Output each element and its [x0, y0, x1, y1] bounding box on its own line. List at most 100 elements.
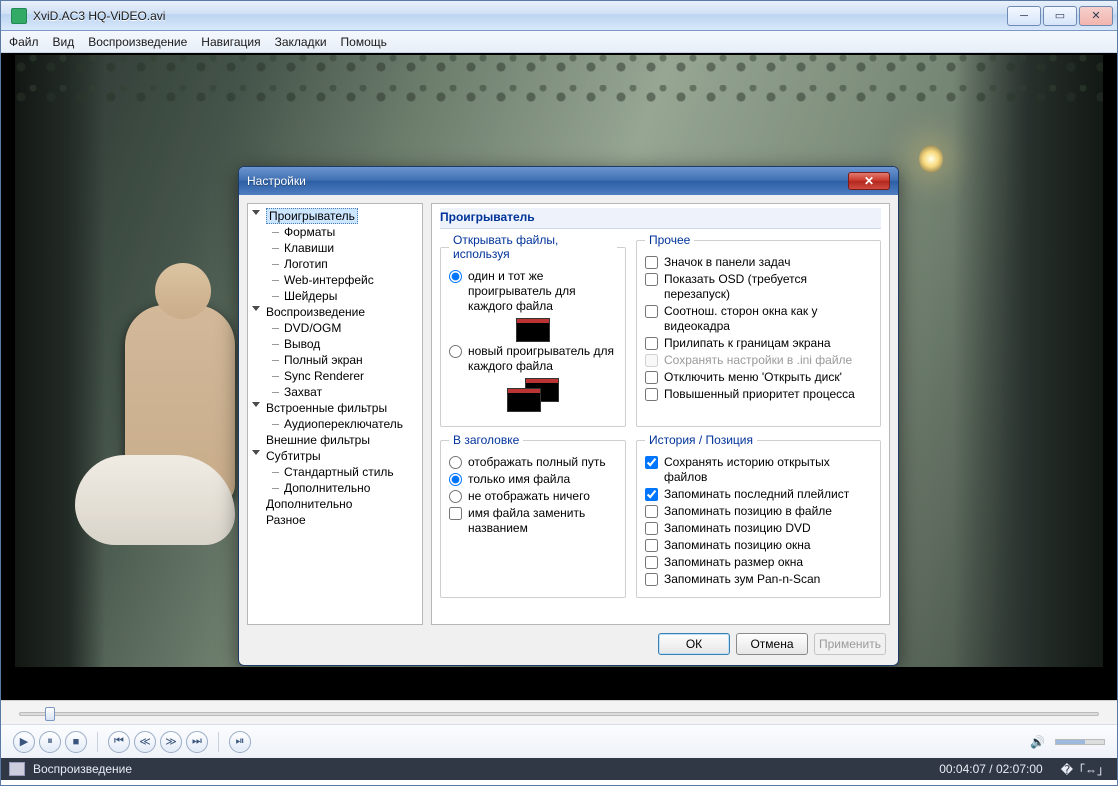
- check-history[interactable]: Запоминать позицию DVD: [645, 521, 872, 536]
- check-other[interactable]: Повышенный приоритет процесса: [645, 387, 872, 402]
- stop-button[interactable]: ■: [65, 731, 87, 753]
- separator: [218, 732, 219, 752]
- check-other[interactable]: Соотнош. сторон окна как у видеокадра: [645, 304, 872, 334]
- tree-item[interactable]: Web-интерфейс: [250, 272, 420, 288]
- group-title: В заголовке отображать полный путь только…: [440, 433, 626, 598]
- dialog-buttons: ОК Отмена Применить: [239, 629, 898, 659]
- scene-tree-left: [15, 55, 105, 667]
- volume-icon[interactable]: 🔊: [1030, 735, 1045, 749]
- tree-item[interactable]: Аудиопереключатель: [250, 416, 420, 432]
- play-button[interactable]: ▶: [13, 731, 35, 753]
- check-history[interactable]: Запоминать позицию в файле: [645, 504, 872, 519]
- tree-item[interactable]: Воспроизведение: [250, 304, 420, 320]
- tree-item[interactable]: Sync Renderer: [250, 368, 420, 384]
- tree-item[interactable]: Клавиши: [250, 240, 420, 256]
- group-other: Прочее Значок в панели задачПоказать OSD…: [636, 233, 881, 427]
- seek-track[interactable]: [19, 712, 1099, 716]
- scene-leaves: [15, 55, 1103, 115]
- tree-item[interactable]: Субтитры: [250, 448, 420, 464]
- tree-item[interactable]: Стандартный стиль: [250, 464, 420, 480]
- dialog-titlebar[interactable]: Настройки ✕: [239, 167, 898, 195]
- menu-playback[interactable]: Воспроизведение: [88, 35, 187, 49]
- settings-tree[interactable]: ПроигрывательФорматыКлавишиЛоготипWeb-ин…: [247, 203, 423, 625]
- tree-item[interactable]: Внешние фильтры: [250, 432, 420, 448]
- cancel-button[interactable]: Отмена: [736, 633, 808, 655]
- check-history[interactable]: Запоминать зум Pan-n-Scan: [645, 572, 872, 587]
- tree-item[interactable]: Разное: [250, 512, 420, 528]
- group-history-legend: История / Позиция: [645, 433, 757, 447]
- check-replace-filename[interactable]: имя файла заменить названием: [449, 506, 617, 536]
- maximize-button[interactable]: ▭: [1043, 6, 1077, 26]
- app-icon: [11, 8, 27, 24]
- group-title-legend: В заголовке: [449, 433, 523, 447]
- radio-title-mode[interactable]: отображать полный путь: [449, 455, 617, 470]
- menu-view[interactable]: Вид: [53, 35, 75, 49]
- playback-controls: ▶ ⏸ ■ ⏮ ≪ ≫ ⏭ ⏯ 🔊: [1, 724, 1117, 758]
- tree-item[interactable]: DVD/OGM: [250, 320, 420, 336]
- tree-item[interactable]: Форматы: [250, 224, 420, 240]
- scene-torch: [919, 145, 943, 173]
- menu-file[interactable]: Файл: [9, 35, 39, 49]
- radio-same-player[interactable]: один и тот же проигрыватель для каждого …: [449, 269, 617, 314]
- group-open-legend: Открывать файлы, используя: [449, 233, 617, 261]
- tree-item[interactable]: Захват: [250, 384, 420, 400]
- tree-item[interactable]: Проигрыватель: [250, 208, 420, 224]
- close-button[interactable]: ✕: [1079, 6, 1113, 26]
- menu-help[interactable]: Помощь: [341, 35, 387, 49]
- dialog-body: ПроигрывательФорматыКлавишиЛоготипWeb-ин…: [247, 203, 890, 625]
- video-area[interactable]: Настройки ✕ ПроигрывательФорматыКлавишиЛ…: [1, 53, 1117, 700]
- check-history[interactable]: Сохранять историю открытых файлов: [645, 455, 872, 485]
- radio-same-player-input[interactable]: [449, 270, 462, 283]
- menubar: Файл Вид Воспроизведение Навигация Закла…: [1, 31, 1117, 53]
- scene-cow: [75, 455, 235, 545]
- tree-item[interactable]: Встроенные фильтры: [250, 400, 420, 416]
- prev-track-button[interactable]: ⏮: [108, 731, 130, 753]
- check-other[interactable]: Значок в панели задач: [645, 255, 872, 270]
- check-replace-filename-input[interactable]: [449, 507, 462, 520]
- radio-new-player[interactable]: новый проигрыватель для каждого файла: [449, 344, 617, 374]
- tree-item[interactable]: Логотип: [250, 256, 420, 272]
- tree-item[interactable]: Полный экран: [250, 352, 420, 368]
- tree-item[interactable]: Дополнительно: [250, 480, 420, 496]
- tree-item[interactable]: Дополнительно: [250, 496, 420, 512]
- status-icon: [9, 762, 25, 776]
- radio-new-player-input[interactable]: [449, 345, 462, 358]
- seekbar[interactable]: [1, 700, 1117, 724]
- window-buttons: ─ ▭ ✕: [1005, 6, 1113, 26]
- check-history[interactable]: Запоминать последний плейлист: [645, 487, 872, 502]
- minimize-button[interactable]: ─: [1007, 6, 1041, 26]
- titlebar[interactable]: XviD.AC3 HQ-ViDEO.avi ─ ▭ ✕: [1, 1, 1117, 31]
- status-time: 00:04:07 / 02:07:00: [939, 762, 1042, 776]
- apply-button[interactable]: Применить: [814, 633, 886, 655]
- single-player-icon: [516, 318, 550, 342]
- volume-slider[interactable]: [1055, 739, 1105, 745]
- forward-button[interactable]: ≫: [160, 731, 182, 753]
- status-text: Воспроизведение: [33, 762, 132, 776]
- ok-button[interactable]: ОК: [658, 633, 730, 655]
- radio-title-mode[interactable]: не отображать ничего: [449, 489, 617, 504]
- group-history: История / Позиция Сохранять историю откр…: [636, 433, 881, 598]
- menu-nav[interactable]: Навигация: [201, 35, 260, 49]
- next-track-button[interactable]: ⏭: [186, 731, 208, 753]
- rewind-button[interactable]: ≪: [134, 731, 156, 753]
- check-other[interactable]: Показать OSD (требуется перезапуск): [645, 272, 872, 302]
- check-other[interactable]: Прилипать к границам экрана: [645, 336, 872, 351]
- scene-tree-right: [953, 55, 1103, 667]
- app-window: XviD.AC3 HQ-ViDEO.avi ─ ▭ ✕ Файл Вид Вос…: [0, 0, 1118, 786]
- dialog-title: Настройки: [247, 174, 848, 188]
- statusbar: Воспроизведение 00:04:07 / 02:07:00 �「⇔」: [1, 758, 1117, 780]
- tree-item[interactable]: Вывод: [250, 336, 420, 352]
- expand-icon[interactable]: �「⇔」: [1061, 761, 1109, 778]
- check-history[interactable]: Запоминать размер окна: [645, 555, 872, 570]
- check-other[interactable]: Отключить меню 'Открыть диск': [645, 370, 872, 385]
- step-button[interactable]: ⏯: [229, 731, 251, 753]
- group-open-files: Открывать файлы, используя один и тот же…: [440, 233, 626, 427]
- pause-button[interactable]: ⏸: [39, 731, 61, 753]
- radio-title-mode[interactable]: только имя файла: [449, 472, 617, 487]
- check-history[interactable]: Запоминать позицию окна: [645, 538, 872, 553]
- tree-item[interactable]: Шейдеры: [250, 288, 420, 304]
- seek-thumb[interactable]: [45, 707, 55, 721]
- dialog-close-button[interactable]: ✕: [848, 172, 890, 190]
- menu-bookmarks[interactable]: Закладки: [275, 35, 327, 49]
- section-heading: Проигрыватель: [440, 208, 881, 229]
